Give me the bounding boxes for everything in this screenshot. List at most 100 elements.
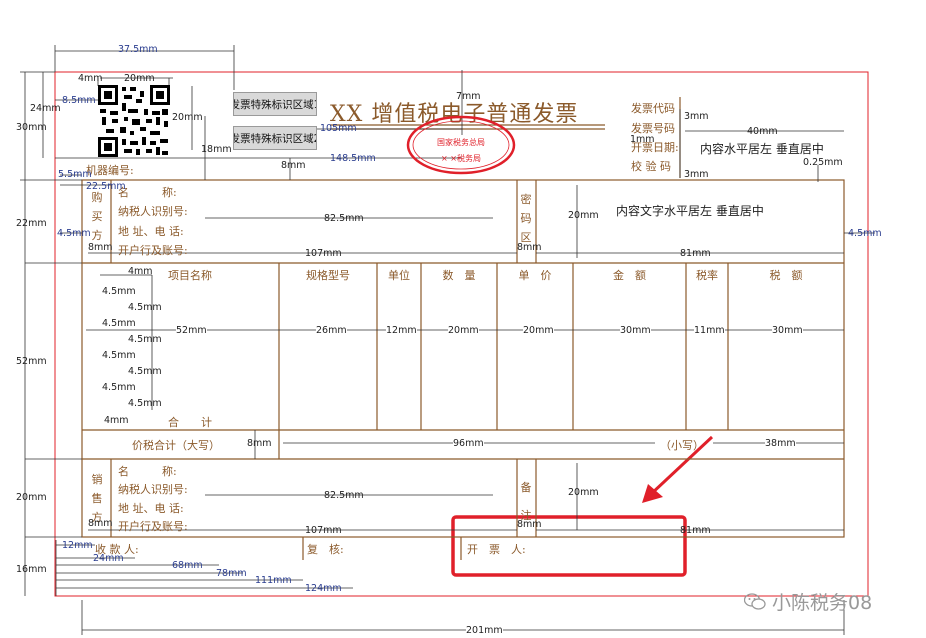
dim-107-seller: 107mm [305, 525, 342, 536]
price-tax-total-label: 价税合计（大写） [132, 439, 220, 452]
cipher-side-label: 密码区 [520, 193, 532, 244]
dim-81: 81mm [680, 248, 711, 259]
dim-96: 96mm [453, 438, 484, 449]
dim-8-buyer: 8mm [88, 242, 113, 253]
seller-address-label: 地 址、电 话: [118, 502, 184, 515]
col-item-name: 项目名称 [168, 269, 212, 282]
dim-40: 40mm [747, 126, 778, 137]
dim-4-top: 4mm [78, 73, 103, 84]
dim-37-5: 37.5mm [118, 44, 158, 55]
dim-8-remark: 8mm [517, 519, 542, 530]
dim-201: 201mm [466, 625, 503, 636]
wechat-watermark: 小陈税务08 [743, 588, 873, 615]
reviewer-label: 复 核: [307, 543, 344, 556]
dim-30-tax: 30mm [772, 325, 803, 336]
buyer-address-label: 地 址、电 话: [118, 225, 184, 238]
dim-16: 16mm [16, 564, 47, 575]
dim-5-5: 5.5mm [58, 169, 92, 180]
dim-4-5-right: 4.5mm [848, 228, 882, 239]
dim-82-5-seller: 82.5mm [324, 490, 364, 501]
col-rate: 税率 [696, 269, 718, 282]
col-tax: 税 额 [769, 269, 803, 282]
dim-7: 7mm [456, 91, 481, 102]
dim-4-5-left: 4.5mm [57, 228, 91, 239]
dim-24: 24mm [30, 103, 61, 114]
dim-4-5-row5: 4.5mm [102, 350, 136, 361]
dim-4-items: 4mm [128, 266, 153, 277]
special-area-1: 发票特殊标识区域1 [233, 92, 317, 116]
dim-8-total: 8mm [247, 438, 272, 449]
dim-8-cipher: 8mm [517, 242, 542, 253]
header-note: 内容水平居左 垂直居中 [700, 142, 824, 156]
dim-22-5: 22.5mm [86, 181, 126, 192]
dim-1: 1mm [630, 134, 655, 145]
dim-20-price: 20mm [523, 325, 554, 336]
dim-105: 105mm [320, 123, 357, 134]
wechat-icon [743, 592, 766, 611]
header-field-check: 校 验 码 [631, 160, 671, 173]
dim-4-5-row8: 4.5mm [128, 398, 162, 409]
buyer-taxid-label: 纳税人识别号: [118, 205, 188, 218]
special-area-2: 发票特殊标识区域2 [233, 126, 317, 150]
dim-111: 111mm [255, 575, 292, 586]
dim-24-sig: 24mm [93, 553, 124, 564]
buyer-name-label: 名 称: [118, 186, 177, 199]
dim-107: 107mm [305, 248, 342, 259]
dim-4-5-row7: 4.5mm [102, 382, 136, 393]
watermark-text: 小陈税务08 [772, 592, 873, 614]
dim-12: 12mm [386, 325, 417, 336]
dim-4-5-row1: 4.5mm [102, 286, 136, 297]
header-field-code: 发票代码 [631, 102, 675, 115]
seller-name-label: 名 称: [118, 465, 177, 478]
dim-4-5-row6: 4.5mm [128, 366, 162, 377]
dim-26: 26mm [316, 325, 347, 336]
dim-20-top: 20mm [124, 73, 155, 84]
dim-8-top: 8mm [281, 160, 306, 171]
dim-11: 11mm [694, 325, 725, 336]
dim-4-5-row2: 4.5mm [128, 302, 162, 313]
dim-30: 30mm [16, 122, 47, 133]
dim-8-seller: 8mm [88, 518, 113, 529]
dim-0-25: 0.25mm [803, 157, 843, 168]
official-stamp: 国家税务总局 × ×税务局 [405, 115, 517, 175]
dim-18: 18mm [201, 144, 232, 155]
stamp-line2: × ×税务局 [441, 154, 481, 163]
dim-52-height: 52mm [16, 356, 47, 367]
col-price: 单 价 [518, 269, 552, 282]
dim-20-remark: 20mm [568, 487, 599, 498]
dim-12-sig: 12mm [62, 540, 93, 551]
dim-8-5: 8.5mm [62, 95, 96, 106]
drawer-label: 开 票 人: [467, 543, 526, 556]
dim-4-5-row3: 4.5mm [102, 318, 136, 329]
seller-bank-label: 开户行及账号: [118, 520, 188, 533]
col-spec: 规格型号 [306, 269, 350, 282]
dim-22: 22mm [16, 218, 47, 229]
dim-3-b: 3mm [684, 169, 709, 180]
dim-4-5-row4: 4.5mm [128, 334, 162, 345]
dim-3-a: 3mm [684, 111, 709, 122]
buyer-bank-label: 开户行及账号: [118, 244, 188, 257]
dim-124: 124mm [305, 583, 342, 594]
dim-52-width: 52mm [176, 325, 207, 336]
dim-78: 78mm [216, 568, 247, 579]
dim-4-total: 4mm [104, 415, 129, 426]
total-label: 合 计 [168, 416, 212, 429]
dim-20-cipher: 20mm [568, 210, 599, 221]
qr-code [98, 85, 170, 157]
buyer-side-label: 购买方 [91, 191, 103, 242]
col-unit: 单位 [388, 269, 410, 282]
dim-20-qty: 20mm [448, 325, 479, 336]
col-qty: 数 量 [442, 269, 476, 282]
dim-148-5: 148.5mm [330, 153, 376, 164]
seller-taxid-label: 纳税人识别号: [118, 483, 188, 496]
dim-81-seller: 81mm [680, 525, 711, 536]
col-amount: 金 额 [613, 269, 646, 282]
dim-38: 38mm [765, 438, 796, 449]
machine-no-label: 机器编号: [86, 164, 134, 177]
dim-68: 68mm [172, 560, 203, 571]
dim-82-5: 82.5mm [324, 213, 364, 224]
dim-20-seller-h: 20mm [16, 492, 47, 503]
cipher-note: 内容文字水平居左 垂直居中 [616, 204, 764, 218]
dim-20-qr: 20mm [172, 112, 203, 123]
dim-30-amount: 30mm [620, 325, 651, 336]
